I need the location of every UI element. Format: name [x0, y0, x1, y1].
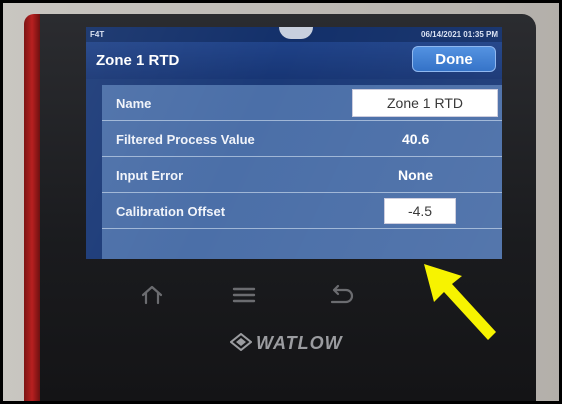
image-border: [0, 0, 562, 404]
